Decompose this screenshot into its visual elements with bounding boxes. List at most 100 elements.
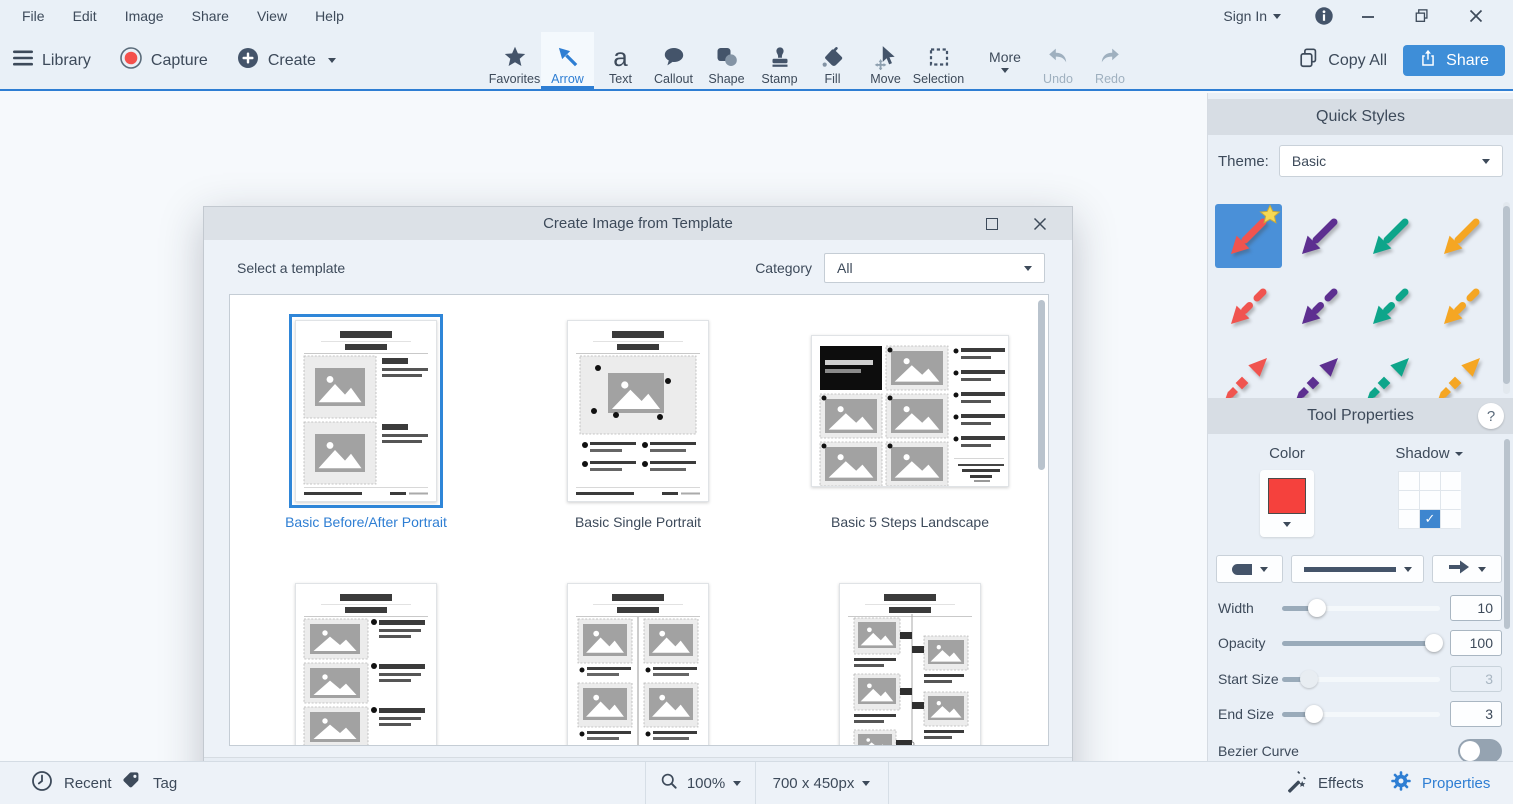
end-size-slider-knob[interactable] [1305, 705, 1323, 723]
tool-move[interactable]: Move [859, 32, 912, 89]
template-item-basic-5-steps-landscape[interactable]: Basic 5 Steps Landscape [774, 295, 1046, 558]
chevron-down-icon [733, 781, 741, 786]
arrow-style-solid-1[interactable] [1286, 204, 1353, 268]
library-button[interactable]: Library [12, 49, 91, 72]
canvas-size-control[interactable]: 700 x 450px [755, 762, 888, 804]
shadow-cell-7-checked[interactable]: ✓ [1420, 510, 1440, 528]
template-item-timeline-portrait[interactable] [774, 558, 1046, 746]
sign-in-menu[interactable]: Sign In [1223, 8, 1281, 24]
tool-shape[interactable]: Shape [700, 32, 753, 89]
dialog-maximize-button[interactable] [974, 207, 1010, 240]
bezier-curve-toggle[interactable] [1458, 739, 1502, 763]
opacity-value-input[interactable]: 100 [1450, 630, 1502, 656]
arrow-style-dotted-0[interactable] [1215, 344, 1282, 398]
arrow-style-dotted-1[interactable] [1286, 344, 1353, 398]
template-thumbnail[interactable] [295, 320, 437, 502]
category-dropdown[interactable]: All [824, 253, 1045, 283]
arrow-icon [555, 42, 581, 72]
shadow-dropdown[interactable]: Shadow [1390, 445, 1468, 462]
info-icon[interactable] [1307, 5, 1341, 27]
menu-edit[interactable]: Edit [59, 8, 111, 24]
maximize-icon [986, 218, 998, 230]
shape-icon [714, 42, 740, 72]
arrow-style-solid-3[interactable] [1428, 204, 1495, 268]
shadow-cell-5[interactable] [1441, 491, 1461, 509]
shadow-cell-8[interactable] [1441, 510, 1461, 528]
opacity-slider[interactable] [1282, 633, 1440, 653]
menu-image[interactable]: Image [111, 8, 178, 24]
tool-properties-help-button[interactable]: ? [1478, 403, 1504, 429]
endcap-style-dropdown[interactable] [1216, 555, 1283, 583]
arrow-style-dashed-1[interactable] [1286, 274, 1353, 338]
template-thumbnail[interactable] [811, 335, 1009, 487]
shadow-cell-2[interactable] [1441, 472, 1461, 490]
dialog-titlebar[interactable]: Create Image from Template [204, 207, 1072, 240]
shadow-cell-1[interactable] [1420, 472, 1440, 490]
undo-button[interactable]: Undo [1032, 32, 1084, 89]
menu-help[interactable]: Help [301, 8, 358, 24]
width-slider[interactable] [1282, 598, 1440, 618]
width-slider-knob[interactable] [1308, 599, 1326, 617]
tool-properties-scrollbar[interactable] [1504, 439, 1510, 755]
width-value-input[interactable]: 10 [1450, 595, 1502, 621]
menu-share[interactable]: Share [178, 8, 243, 24]
tool-fill[interactable]: Fill [806, 32, 859, 89]
bezier-curve-label: Bezier Curve [1218, 743, 1299, 759]
redo-button[interactable]: Redo [1084, 32, 1136, 89]
menu-file[interactable]: File [8, 8, 59, 24]
share-button[interactable]: Share [1403, 45, 1505, 76]
zoom-control[interactable]: 100% [645, 762, 755, 804]
recent-button[interactable]: Recent [30, 762, 112, 804]
shadow-cell-0[interactable] [1399, 472, 1419, 490]
quick-styles-scrollbar[interactable] [1503, 202, 1510, 394]
tool-label: Arrow [551, 72, 584, 86]
template-item-basic-single-portrait[interactable]: Basic Single Portrait [502, 295, 774, 558]
tag-icon [121, 770, 143, 796]
capture-button[interactable]: Capture [119, 46, 208, 75]
tag-button[interactable]: Tag [121, 762, 177, 804]
arrow-style-dashed-2[interactable] [1357, 274, 1424, 338]
arrow-style-solid-2[interactable] [1357, 204, 1424, 268]
template-item-three-steps-portrait[interactable] [230, 558, 502, 746]
template-item-basic-before-after-portrait[interactable]: Basic Before/After Portrait [230, 295, 502, 558]
arrow-style-dropdown[interactable] [1432, 555, 1502, 583]
shadow-cell-6[interactable] [1399, 510, 1419, 528]
tool-more[interactable]: More [982, 32, 1028, 89]
properties-button[interactable]: Properties [1390, 762, 1490, 804]
minimize-button[interactable] [1351, 8, 1385, 24]
tool-label: Stamp [761, 72, 797, 86]
line-style-dropdown[interactable] [1291, 555, 1424, 583]
menu-view[interactable]: View [243, 8, 301, 24]
theme-dropdown[interactable]: Basic [1279, 145, 1503, 177]
dialog-close-button[interactable] [1022, 207, 1058, 240]
template-thumbnail[interactable] [295, 583, 437, 746]
color-picker-button[interactable] [1260, 470, 1314, 537]
shadow-cell-4[interactable] [1420, 491, 1440, 509]
end-size-slider[interactable] [1282, 704, 1440, 724]
tool-favorites[interactable]: Favorites [488, 32, 541, 89]
tool-selection[interactable]: Selection [912, 32, 965, 89]
tool-callout[interactable]: Callout [647, 32, 700, 89]
effects-button[interactable]: Effects [1284, 762, 1364, 804]
arrow-style-solid-0-selected[interactable] [1215, 204, 1282, 268]
template-thumbnail[interactable] [567, 320, 709, 502]
template-thumbnail[interactable] [839, 583, 981, 746]
tool-stamp[interactable]: Stamp [753, 32, 806, 89]
solid-line-icon [1304, 567, 1396, 572]
opacity-slider-knob[interactable] [1425, 634, 1443, 652]
tool-text[interactable]: aText [594, 32, 647, 89]
restore-button[interactable] [1405, 7, 1439, 25]
copy-all-button[interactable]: Copy All [1298, 47, 1387, 74]
create-button[interactable]: Create [236, 46, 336, 75]
template-item-quad-portrait[interactable] [502, 558, 774, 746]
arrow-style-dashed-0[interactable] [1215, 274, 1282, 338]
shadow-cell-3[interactable] [1399, 491, 1419, 509]
arrow-style-dashed-3[interactable] [1428, 274, 1495, 338]
template-thumbnail[interactable] [567, 583, 709, 746]
tool-arrow[interactable]: Arrow [541, 32, 594, 89]
arrow-style-dotted-3[interactable] [1428, 344, 1495, 398]
template-list-scrollbar[interactable] [1038, 300, 1045, 470]
arrow-style-dotted-2[interactable] [1357, 344, 1424, 398]
end-size-value-input[interactable]: 3 [1450, 701, 1502, 727]
close-button[interactable] [1459, 8, 1493, 24]
